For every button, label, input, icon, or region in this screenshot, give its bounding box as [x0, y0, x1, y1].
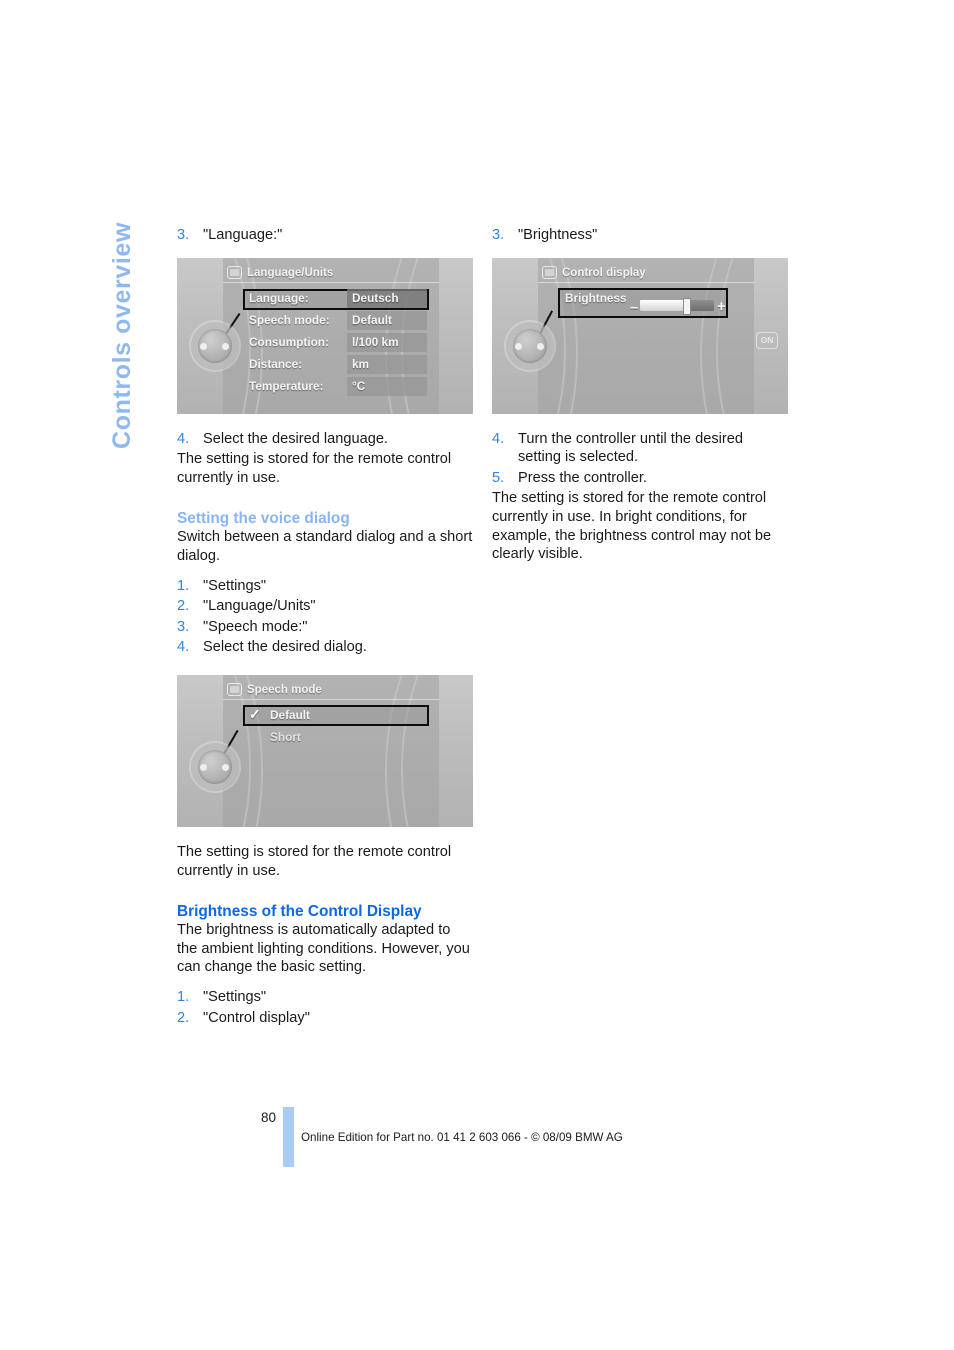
list-item: 5. Press the controller.: [492, 469, 788, 488]
list-item: 3. "Brightness": [492, 226, 788, 245]
list-text: "Settings": [203, 988, 267, 1005]
list-item: 4. Turn the controller until the desired…: [492, 430, 788, 467]
menu-row-label: Temperature:: [249, 378, 324, 393]
left-column: 3. "Language:" Language/Units Language: …: [177, 226, 473, 1029]
list-text: "Speech mode:": [203, 618, 308, 635]
list-number: 3.: [492, 227, 505, 243]
idrive-controller-icon: [189, 741, 241, 793]
list-text: Select the desired dialog.: [203, 639, 367, 656]
menu-header-title: Control display: [538, 264, 754, 283]
slider-thumb[interactable]: [683, 297, 691, 315]
list-number: 4.: [492, 430, 505, 447]
slider-plus-icon[interactable]: +: [717, 299, 726, 314]
footer-edition-text: Online Edition for Part no. 01 41 2 603 …: [301, 1131, 623, 1144]
on-button-icon: ON: [756, 331, 778, 349]
brightness-intro-paragraph: The brightness is automatically adapted …: [177, 922, 470, 976]
page-number: 80: [261, 1110, 277, 1125]
list-number: 1.: [177, 988, 190, 1005]
menu-row-value: l/100 km: [347, 332, 427, 352]
list-item: 1. "Settings": [177, 988, 473, 1007]
list-number: 2.: [177, 598, 190, 615]
slider-fill: [640, 299, 686, 311]
idrive-controller-icon: [189, 320, 241, 372]
list-number: 4.: [177, 639, 190, 656]
list-item: 3. "Language:": [177, 226, 473, 245]
figure-language-units: Language/Units Language: Deutsch Speech …: [177, 257, 473, 414]
list-text: "Settings": [203, 577, 267, 594]
menu-option-label: Short: [270, 729, 301, 744]
menu-row-label: Distance:: [249, 356, 303, 371]
list-number: 3.: [177, 618, 190, 635]
list-number: 3.: [177, 227, 190, 243]
note-paragraph: The setting is stored for the remote con…: [177, 451, 452, 486]
idrive-controller-icon: [504, 320, 556, 372]
list-item: 3. "Speech mode:": [177, 618, 473, 637]
list-number: 4.: [177, 430, 190, 447]
brightness-row-label: Brightness: [565, 290, 627, 305]
list-text: "Brightness": [518, 227, 598, 243]
list-text: "Language:": [203, 227, 283, 243]
figure-speech-mode: Speech mode ✓ Default Short: [177, 674, 473, 827]
list-text: Press the controller.: [518, 469, 647, 486]
brightness-slider[interactable]: – +: [630, 297, 726, 315]
slider-minus-icon[interactable]: –: [630, 300, 638, 315]
section-heading-brightness: Brightness of the Control Display: [177, 903, 422, 921]
right-column: 3. "Brightness" Control display Brightne…: [492, 226, 788, 564]
footer-accent-bar: [283, 1107, 294, 1167]
list-text: "Control display": [203, 1009, 310, 1026]
list-text: "Language/Units": [203, 598, 316, 615]
list-item: 4. Select the desired dialog.: [177, 638, 473, 657]
list-text: Turn the controller until the desired se…: [518, 430, 743, 466]
list-number: 1.: [177, 577, 190, 594]
menu-row-value: °C: [347, 376, 427, 396]
voice-intro-paragraph: Switch between a standard dialog and a s…: [177, 529, 473, 564]
menu-option-label: Default: [270, 707, 310, 722]
list-number: 2.: [177, 1009, 190, 1026]
menu-row-value: km: [347, 354, 427, 374]
figure-control-display: Control display Brightness – + ON: [492, 257, 788, 414]
list-item: 4. Select the desired language.: [177, 430, 473, 449]
note-paragraph: The setting is stored for the remote con…: [492, 490, 772, 563]
menu-header-title: Language/Units: [223, 264, 439, 283]
list-number: 5.: [492, 469, 505, 486]
note-paragraph: The setting is stored for the remote con…: [177, 843, 452, 879]
menu-row-value: Deutsch: [347, 288, 427, 308]
menu-row-label: Consumption:: [249, 334, 329, 349]
menu-row-value: Default: [347, 310, 427, 330]
section-heading-voice-dialog: Setting the voice dialog: [177, 510, 350, 528]
menu-row-label: Language:: [249, 290, 309, 305]
checkmark-icon: ✓: [249, 705, 261, 722]
menu-row-label: Speech mode:: [249, 312, 330, 327]
list-text: Select the desired language.: [203, 430, 388, 447]
menu-header-title: Speech mode: [223, 681, 439, 700]
list-item: 2. "Language/Units": [177, 597, 473, 616]
list-item: 1. "Settings": [177, 577, 473, 596]
chapter-title-label: Controls overview: [108, 222, 136, 449]
list-item: 2. "Control display": [177, 1009, 473, 1028]
